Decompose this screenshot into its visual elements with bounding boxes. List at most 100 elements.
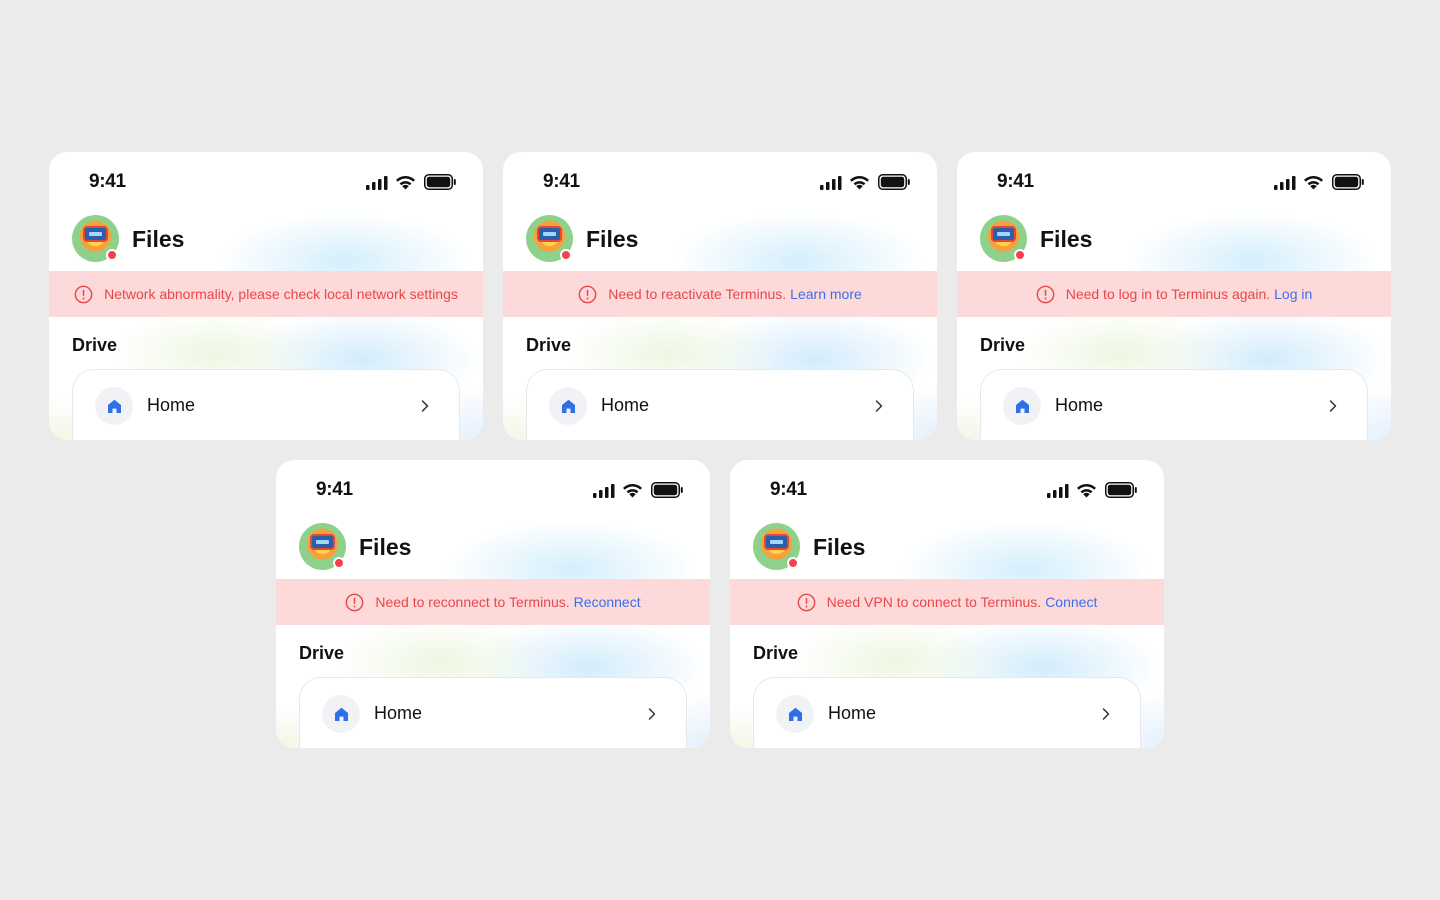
status-dot <box>560 249 572 261</box>
page-title: Files <box>132 226 185 252</box>
chevron-right-icon <box>1102 708 1110 720</box>
home-icon-container <box>776 695 814 733</box>
status-bar: 9:41 <box>730 460 1164 520</box>
wifi-icon <box>396 175 415 190</box>
status-time: 9:41 <box>770 479 807 500</box>
section-label-drive: Drive <box>72 335 118 355</box>
cellular-signal-icon <box>366 176 388 190</box>
app-header: Files <box>49 212 483 270</box>
wifi-icon <box>850 175 869 190</box>
list-item-home[interactable]: Home <box>980 369 1368 440</box>
status-time: 9:41 <box>316 479 353 500</box>
battery-icon <box>878 174 910 190</box>
avatar-illustration <box>83 226 108 242</box>
app-header: Files <box>957 212 1391 270</box>
list-item-home[interactable]: Home <box>526 369 914 440</box>
avatar[interactable] <box>299 523 346 570</box>
wifi-icon <box>1077 483 1096 498</box>
house-icon <box>561 399 575 413</box>
avatar-illustration <box>310 534 335 550</box>
error-banner: Need to reactivate Terminus. Learn more <box>503 271 937 317</box>
banner-message: Network abnormality, please check local … <box>104 286 458 302</box>
list-item-home[interactable]: Home <box>72 369 460 440</box>
banner-message: Need to log in to Terminus again. <box>1065 286 1271 302</box>
avatar[interactable] <box>526 215 573 262</box>
avatar[interactable] <box>72 215 119 262</box>
app-header: Files <box>276 520 710 578</box>
status-dot <box>106 249 118 261</box>
section-label-drive: Drive <box>980 335 1026 355</box>
reconnect-link[interactable]: Reconnect <box>574 594 641 610</box>
page-title: Files <box>359 534 412 560</box>
section-label-drive: Drive <box>753 643 799 663</box>
error-banner: Need to reconnect to Terminus. Reconnect <box>276 579 710 625</box>
screen-card-network-error: 9:41 Files Network abnormality, please c… <box>49 152 483 440</box>
chevron-right-icon <box>648 708 656 720</box>
log-in-link[interactable]: Log in <box>1274 286 1312 302</box>
status-dot <box>333 557 345 569</box>
house-icon <box>107 399 121 413</box>
status-bar: 9:41 <box>49 152 483 212</box>
connect-link[interactable]: Connect <box>1045 594 1097 610</box>
status-dot <box>1014 249 1026 261</box>
page-title: Files <box>586 226 639 252</box>
chevron-right-icon <box>421 400 429 412</box>
status-dot <box>787 557 799 569</box>
cellular-signal-icon <box>1274 176 1296 190</box>
cellular-signal-icon <box>1047 484 1069 498</box>
list-item-label: Home <box>828 703 877 723</box>
battery-icon <box>424 174 456 190</box>
banner-message: Need to reactivate Terminus. <box>608 286 787 302</box>
list-item-home[interactable]: Home <box>753 677 1141 748</box>
home-icon-container <box>95 387 133 425</box>
learn-more-link[interactable]: Learn more <box>790 286 862 302</box>
battery-icon <box>651 482 683 498</box>
section-label-drive: Drive <box>526 335 572 355</box>
screen-card-vpn: 9:41 Files Need VPN to connect to Termin… <box>730 460 1164 748</box>
list-item-label: Home <box>1055 395 1104 415</box>
house-icon <box>1015 399 1029 413</box>
alert-circle-icon <box>797 593 816 611</box>
list-item-home[interactable]: Home <box>299 677 687 748</box>
home-icon-container <box>549 387 587 425</box>
error-banner: Need VPN to connect to Terminus. Connect <box>730 579 1164 625</box>
house-icon <box>788 707 802 721</box>
cellular-signal-icon <box>820 176 842 190</box>
banner-message: Need to reconnect to Terminus. <box>375 594 570 610</box>
screen-card-reactivate: 9:41 Files Need to reactivate Terminus. … <box>503 152 937 440</box>
avatar[interactable] <box>980 215 1027 262</box>
list-item-label: Home <box>147 395 196 415</box>
cellular-signal-icon <box>593 484 615 498</box>
page-title: Files <box>813 534 866 560</box>
screen-card-login: 9:41 Files Need to log in to Terminus ag… <box>957 152 1391 440</box>
chevron-right-icon <box>875 400 883 412</box>
status-time: 9:41 <box>997 171 1034 192</box>
alert-circle-icon <box>578 285 597 303</box>
status-time: 9:41 <box>89 171 126 192</box>
house-icon <box>334 707 348 721</box>
error-banner: Network abnormality, please check local … <box>49 271 483 317</box>
wifi-icon <box>623 483 642 498</box>
wifi-icon <box>1304 175 1323 190</box>
alert-circle-icon <box>1036 285 1055 303</box>
screen-card-reconnect: 9:41 Files Need to reconnect to Terminus… <box>276 460 710 748</box>
status-bar: 9:41 <box>957 152 1391 212</box>
app-header: Files <box>503 212 937 270</box>
error-banner: Need to log in to Terminus again. Log in <box>957 271 1391 317</box>
battery-icon <box>1332 174 1364 190</box>
avatar[interactable] <box>753 523 800 570</box>
status-bar: 9:41 <box>276 460 710 520</box>
status-bar: 9:41 <box>503 152 937 212</box>
list-item-label: Home <box>374 703 423 723</box>
chevron-right-icon <box>1329 400 1337 412</box>
battery-icon <box>1105 482 1137 498</box>
home-icon-container <box>1003 387 1041 425</box>
page-title: Files <box>1040 226 1093 252</box>
status-time: 9:41 <box>543 171 580 192</box>
home-icon-container <box>322 695 360 733</box>
avatar-illustration <box>764 534 789 550</box>
avatar-illustration <box>537 226 562 242</box>
alert-circle-icon <box>345 593 364 611</box>
list-item-label: Home <box>601 395 650 415</box>
banner-message: Need VPN to connect to Terminus. <box>826 594 1042 610</box>
